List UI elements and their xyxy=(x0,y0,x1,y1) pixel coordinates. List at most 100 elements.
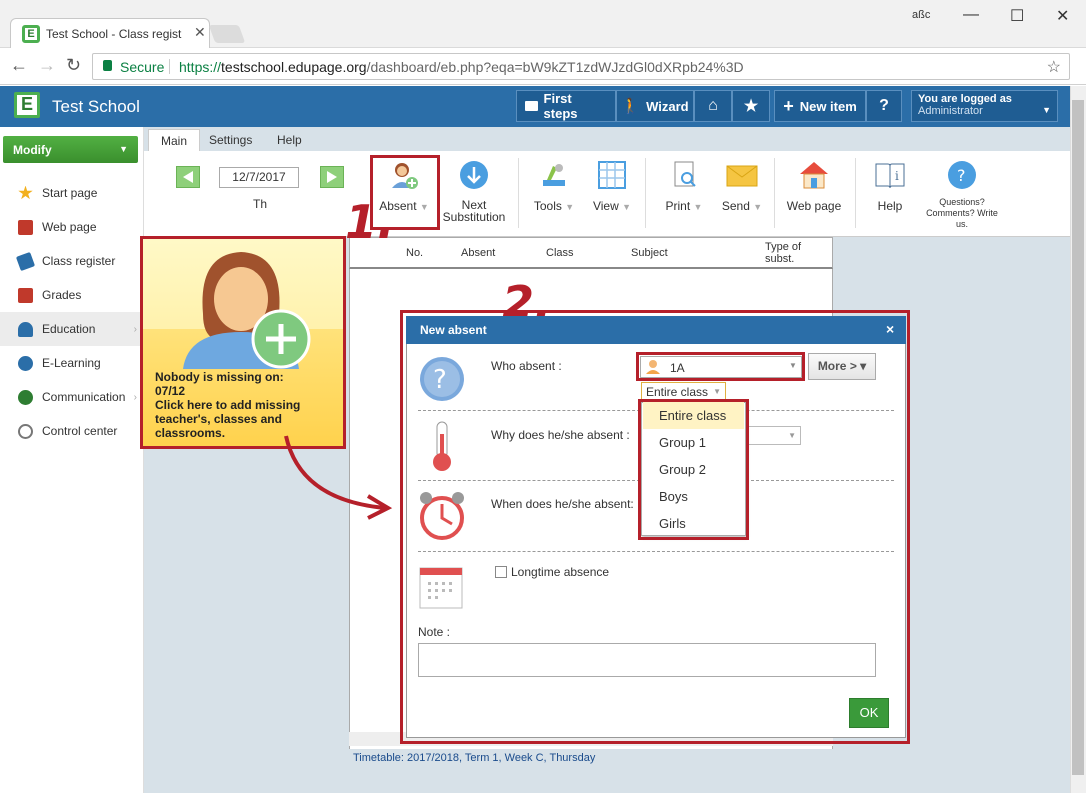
secure-label: Secure xyxy=(120,59,165,75)
reason-select[interactable]: ▼ xyxy=(745,426,801,445)
scrollbar-thumb[interactable] xyxy=(1072,100,1084,775)
edupage-logo[interactable]: E xyxy=(14,92,40,118)
close-window-icon[interactable]: ✕ xyxy=(1056,6,1069,26)
tools-button[interactable]: Tools ▼ xyxy=(526,160,582,213)
grid-view-icon xyxy=(598,161,626,189)
walking-man-icon: 🚶 xyxy=(621,98,641,115)
when-absent-label: When does he/she absent: xyxy=(491,497,634,511)
lock-icon xyxy=(103,60,112,71)
why-absent-label: Why does he/she absent : xyxy=(491,428,630,442)
sidebar-item-grades[interactable]: Grades xyxy=(0,278,143,312)
tab-help[interactable]: Help xyxy=(265,129,314,151)
question-icon: ? xyxy=(420,357,464,401)
col-no: No. xyxy=(406,247,424,259)
sidebar-item-start-page[interactable]: Start page xyxy=(0,176,143,210)
modify-button[interactable]: Modify ▼ xyxy=(3,136,138,163)
add-absent-person-icon xyxy=(183,252,311,369)
chevron-down-icon: ▼ xyxy=(119,144,128,154)
reload-icon[interactable]: ↻ xyxy=(66,55,81,76)
longtime-absence-label: Longtime absence xyxy=(511,565,610,579)
star-icon: ★ xyxy=(743,98,759,115)
chevron-down-icon: ▼ xyxy=(1042,105,1051,115)
question-circle-icon: ? xyxy=(948,161,976,189)
minimize-icon[interactable]: — xyxy=(963,6,979,24)
maximize-icon[interactable]: ☐ xyxy=(1010,6,1024,26)
arrow-left-icon xyxy=(183,171,193,183)
col-type-of-subst: Type of subst. xyxy=(765,241,802,265)
col-class: Class xyxy=(546,247,574,259)
first-steps-button[interactable]: First steps xyxy=(516,90,616,122)
thermometer-icon xyxy=(433,421,451,471)
who-absent-label: Who absent : xyxy=(491,359,562,373)
tab-settings[interactable]: Settings xyxy=(197,129,264,151)
home-button[interactable]: ⌂ xyxy=(694,90,732,122)
date-field[interactable]: 12/7/2017 xyxy=(219,167,299,188)
web-page-button[interactable]: Web page xyxy=(782,160,846,213)
note-label: Note : xyxy=(418,625,451,639)
send-button[interactable]: Send ▼ xyxy=(714,160,770,213)
bookmark-star-icon[interactable]: ☆ xyxy=(1047,57,1061,77)
star-icon xyxy=(18,185,33,200)
dropdown-highlight xyxy=(638,399,749,540)
plus-icon: + xyxy=(783,95,794,116)
col-subject: Subject xyxy=(631,247,668,259)
next-substitution-button[interactable]: Next Substitution xyxy=(440,160,508,223)
user-menu[interactable]: You are logged as Administrator ▼ xyxy=(911,90,1058,122)
arrow-down-circle-icon xyxy=(460,161,488,189)
help-ribbon-button[interactable]: i Help xyxy=(866,160,914,213)
chevron-down-icon: ▼ xyxy=(713,387,721,396)
close-icon[interactable]: × xyxy=(886,321,894,337)
edupage-favicon-icon: E xyxy=(22,25,40,43)
calendar-icon xyxy=(419,567,463,609)
address-bar[interactable]: Secure https://testschool.edupage.org/da… xyxy=(92,53,1070,80)
arrow-right-icon xyxy=(327,171,337,183)
grades-icon xyxy=(18,287,33,303)
sidebar-item-control-center[interactable]: Control center xyxy=(0,414,143,448)
book-icon xyxy=(15,251,36,271)
browser-tab[interactable]: E Test School - Class regist ✕ xyxy=(10,18,210,49)
sidebar-item-class-register[interactable]: Class register xyxy=(0,244,143,278)
school-name[interactable]: Test School xyxy=(52,97,140,117)
info-book-icon: i xyxy=(875,163,905,189)
house-icon xyxy=(800,162,828,189)
sidebar-item-education[interactable]: Education › xyxy=(0,312,143,346)
svg-text:?: ? xyxy=(957,166,966,185)
tab-close-icon[interactable]: ✕ xyxy=(194,24,206,41)
gear-icon xyxy=(18,423,33,439)
svg-text:i: i xyxy=(895,169,899,183)
favorites-button[interactable]: ★ xyxy=(732,90,770,122)
globe-icon xyxy=(18,389,33,405)
chalkboard-icon xyxy=(525,101,538,111)
sidebar-item-e-learning[interactable]: E-Learning xyxy=(0,346,143,380)
new-tab-button[interactable] xyxy=(208,25,246,43)
alarm-clock-icon xyxy=(420,492,464,540)
print-preview-icon xyxy=(674,161,696,187)
back-icon[interactable]: ← xyxy=(10,55,28,76)
note-textarea[interactable] xyxy=(418,643,876,677)
sidebar-item-web-page[interactable]: Web page xyxy=(0,210,143,244)
next-day-button[interactable] xyxy=(320,166,344,188)
sidebar-item-communication[interactable]: Communication › xyxy=(0,380,143,414)
new-item-button[interactable]: + New item xyxy=(774,90,866,122)
help-button[interactable]: ? xyxy=(866,90,902,122)
ok-button[interactable]: OK xyxy=(849,698,889,728)
tab-main[interactable]: Main xyxy=(148,129,201,151)
tools-icon xyxy=(543,164,565,186)
forward-icon[interactable]: → xyxy=(38,55,56,76)
longtime-absence-checkbox[interactable] xyxy=(495,566,507,578)
school-icon xyxy=(18,219,33,235)
feedback-button[interactable]: ? Questions? Comments? Write us. xyxy=(922,160,1002,230)
print-button[interactable]: Print ▼ xyxy=(656,160,712,213)
more-button[interactable]: More > ▾ xyxy=(808,353,876,380)
wizard-button[interactable]: 🚶 Wizard xyxy=(616,90,694,122)
timetable-footer: Timetable: 2017/2018, Term 1, Week C, Th… xyxy=(353,752,596,764)
dialog-title: New absent xyxy=(420,323,487,337)
tab-title: Test School - Class regist xyxy=(46,27,182,41)
education-icon xyxy=(18,321,33,337)
envelope-icon xyxy=(726,165,758,187)
previous-day-button[interactable] xyxy=(176,166,200,188)
profile-label[interactable]: aßc xyxy=(912,9,930,21)
chevron-right-icon: › xyxy=(133,391,137,403)
svg-text:?: ? xyxy=(433,365,447,395)
view-button[interactable]: View ▼ xyxy=(584,160,640,213)
